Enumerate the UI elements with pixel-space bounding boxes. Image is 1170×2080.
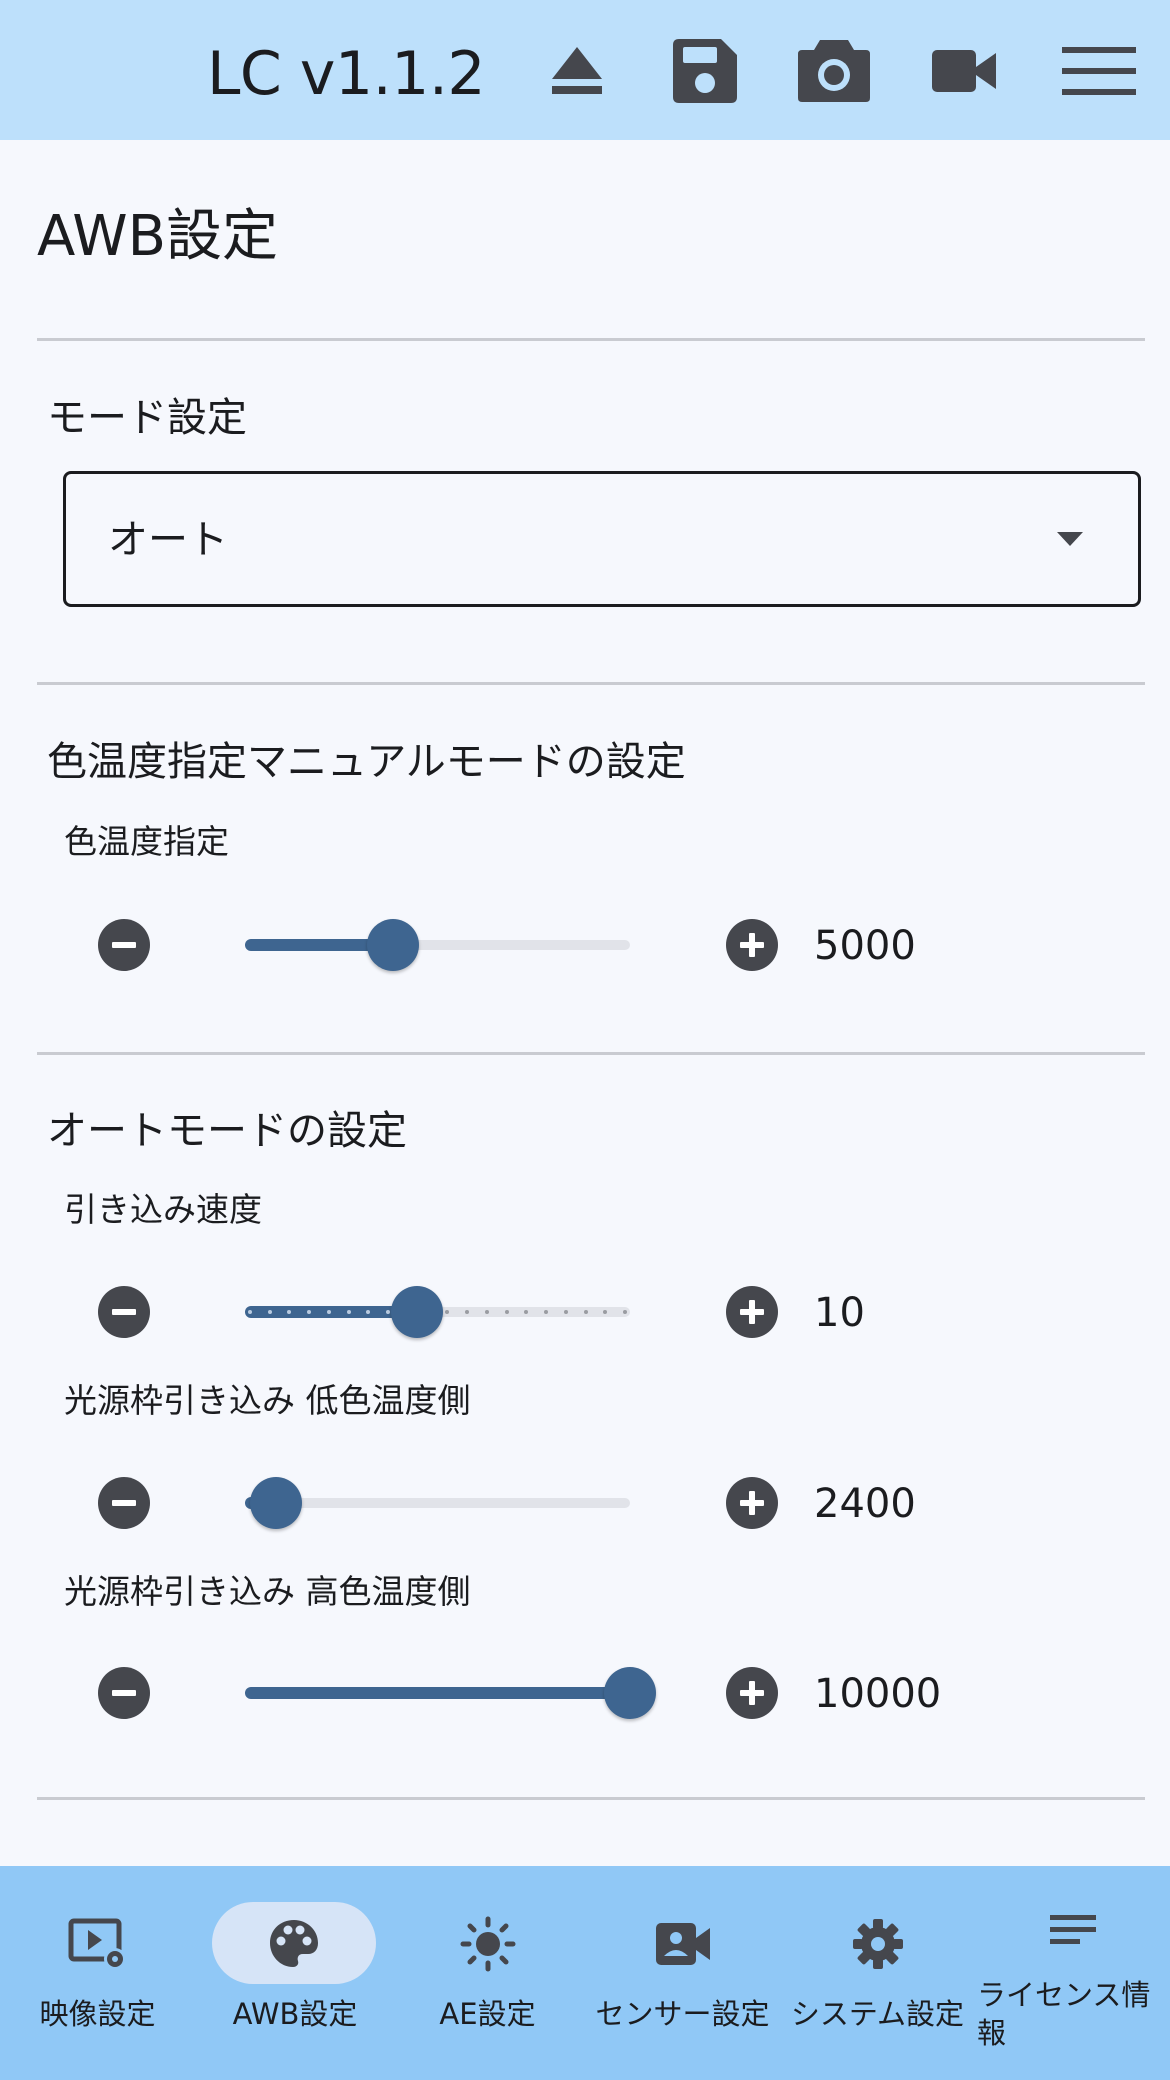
pull-in-speed-label: 引き込み速度 — [64, 1190, 262, 1229]
increase-button[interactable] — [726, 1667, 778, 1719]
slider-value: 10000 — [814, 1671, 942, 1717]
low-color-temp-pull-in-label: 光源枠引き込み 低色温度側 — [64, 1381, 471, 1420]
high-color-temp-slider-row: 10000 — [0, 1667, 1170, 1727]
nav-item-system-settings[interactable]: システム設定 — [780, 1866, 975, 2080]
slider-tick — [465, 1310, 470, 1314]
nav-label: システム設定 — [790, 1997, 965, 2031]
high-color-temp-slider[interactable] — [245, 1667, 656, 1719]
slider-tick — [307, 1310, 312, 1314]
increase-button[interactable] — [726, 1286, 778, 1338]
nav-label: AE設定 — [439, 1997, 536, 2031]
eject-icon[interactable] — [537, 36, 617, 106]
slider-value: 2400 — [814, 1481, 916, 1527]
page-title: AWB設定 — [37, 204, 279, 269]
nav-label: 映像設定 — [39, 1997, 156, 2031]
increase-button[interactable] — [726, 1477, 778, 1529]
nav-item-video-settings[interactable]: 映像設定 — [0, 1866, 195, 2080]
divider — [37, 1052, 1145, 1055]
slider-tick — [504, 1310, 509, 1314]
nav-item-license-info[interactable]: ライセンス情報 — [975, 1866, 1170, 2080]
palette-icon — [264, 1916, 324, 1972]
slider-tick — [484, 1310, 489, 1314]
high-color-temp-pull-in-label: 光源枠引き込み 高色温度側 — [64, 1572, 471, 1611]
nav-item-sensor-settings[interactable]: センサー設定 — [585, 1866, 780, 2080]
color-temperature-slider-row: 5000 — [0, 919, 1170, 979]
dropdown-arrow-icon — [1057, 532, 1083, 546]
slider-thumb[interactable] — [604, 1667, 656, 1719]
slider-tick — [544, 1310, 549, 1314]
slider-value: 5000 — [814, 923, 916, 969]
decrease-button[interactable] — [98, 919, 150, 971]
decrease-button[interactable] — [98, 1667, 150, 1719]
divider — [37, 682, 1145, 685]
top-app-bar: LC v1.1.2 — [0, 0, 1170, 140]
gear-icon — [848, 1916, 908, 1972]
decrease-button[interactable] — [98, 1477, 150, 1529]
slider-thumb[interactable] — [367, 919, 419, 971]
awb-settings-page: AWB設定 モード設定 オート 色温度指定マニュアルモードの設定 色温度指定 5… — [0, 140, 1170, 1866]
camera-icon[interactable] — [794, 36, 874, 106]
slider-tick — [386, 1310, 391, 1314]
slider-tick — [603, 1310, 608, 1314]
slider-tick — [267, 1310, 272, 1314]
increase-button[interactable] — [726, 919, 778, 971]
low-color-temp-slider-row: 2400 — [0, 1477, 1170, 1537]
nav-label: AWB設定 — [232, 1997, 358, 2031]
nav-label: ライセンス情報 — [977, 1978, 1151, 2050]
manual-mode-section-title: 色温度指定マニュアルモードの設定 — [47, 739, 686, 785]
slider-thumb[interactable] — [391, 1286, 443, 1338]
slider-value: 10 — [814, 1290, 865, 1336]
video-settings-icon — [68, 1916, 128, 1972]
nav-label: センサー設定 — [595, 1997, 770, 2031]
nav-item-awb-settings[interactable]: AWB設定 — [195, 1866, 390, 2080]
decrease-button[interactable] — [98, 1286, 150, 1338]
slider-tick — [287, 1310, 292, 1314]
slider-tick — [346, 1310, 351, 1314]
color-temperature-slider[interactable] — [245, 919, 630, 971]
slider-tick — [326, 1310, 331, 1314]
mode-select[interactable]: オート — [63, 471, 1141, 607]
bottom-navigation: 映像設定 AWB設定 AE設定 センサー設定 システム設定 ライセンス情報 — [0, 1866, 1170, 2080]
pull-in-speed-slider[interactable] — [245, 1286, 630, 1338]
slider-tick — [563, 1310, 568, 1314]
video-camera-user-icon — [653, 1916, 713, 1972]
slider-tick — [623, 1310, 627, 1314]
videocam-icon[interactable] — [924, 36, 1004, 106]
slider-tick — [366, 1310, 371, 1314]
menu-icon[interactable] — [1059, 36, 1139, 106]
slider-tick — [583, 1310, 588, 1314]
color-temperature-label: 色温度指定 — [64, 822, 229, 861]
slider-tick — [445, 1310, 450, 1314]
low-color-temp-slider[interactable] — [245, 1477, 630, 1529]
slider-tick — [248, 1310, 252, 1314]
nav-item-ae-settings[interactable]: AE設定 — [390, 1866, 585, 2080]
mode-setting-label: モード設定 — [47, 395, 247, 441]
auto-mode-section-title: オートモードの設定 — [47, 1108, 407, 1154]
brightness-icon — [458, 1916, 518, 1972]
pull-in-speed-slider-row: 10 — [0, 1286, 1170, 1346]
divider — [37, 338, 1145, 341]
divider — [37, 1797, 1145, 1800]
slider-tick — [524, 1310, 529, 1314]
save-icon[interactable] — [665, 36, 745, 106]
mode-select-value: オート — [108, 517, 228, 563]
app-title: LC v1.1.2 — [207, 39, 486, 109]
slider-thumb[interactable] — [250, 1477, 302, 1529]
notes-icon — [1043, 1902, 1103, 1958]
